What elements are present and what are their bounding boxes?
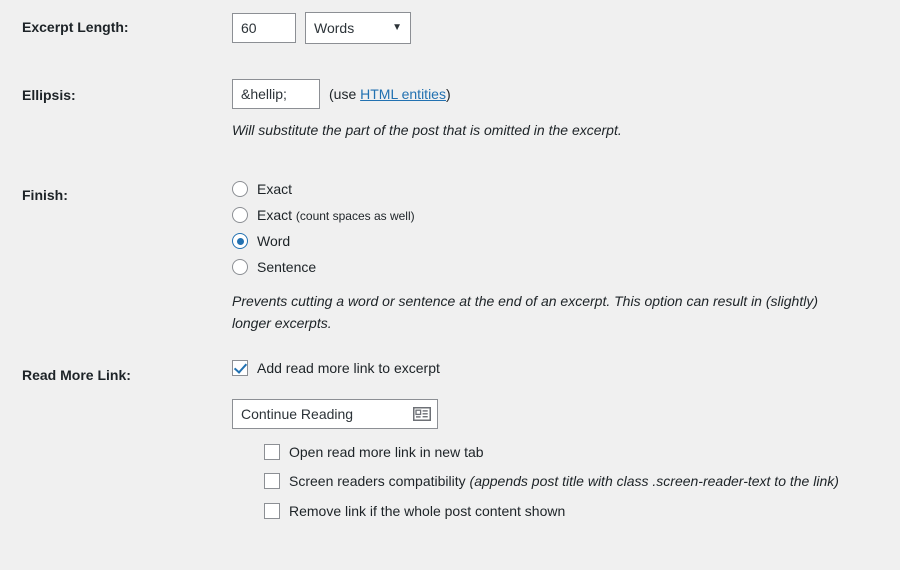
ellipsis-hint-prefix: (use xyxy=(329,86,361,102)
row-finish: Finish: Exact Exact (count spaces as wel… xyxy=(0,168,900,348)
excerpt-settings-form: Excerpt Length: Words ▼ Ellipsis: (use H… xyxy=(0,0,900,538)
finish-option-label: Word xyxy=(257,233,290,249)
radio-icon[interactable] xyxy=(232,259,248,275)
field-ellipsis: (use HTML entities) Will substitute the … xyxy=(230,68,900,157)
finish-option-text: Exact xyxy=(257,207,293,223)
finish-option-word[interactable]: Word xyxy=(232,228,890,254)
finish-option-sentence[interactable]: Sentence xyxy=(232,254,890,280)
label-ellipsis: Ellipsis: xyxy=(22,87,76,103)
ellipsis-hint: (use HTML entities) xyxy=(329,86,451,102)
row-read-more-link: Read More Link: Add read more link to ex… xyxy=(0,348,900,538)
finish-option-exact-spaces[interactable]: Exact (count spaces as well) xyxy=(232,202,890,228)
read-more-text-wrap xyxy=(232,398,438,429)
label-finish: Finish: xyxy=(22,187,68,203)
screen-readers-compatibility-note: (appends post title with class .screen-r… xyxy=(469,473,839,490)
screen-readers-compatibility-label: Screen readers compatibility (appends po… xyxy=(289,471,839,493)
finish-option-sub: (count spaces as well) xyxy=(295,209,415,223)
finish-description: Prevents cutting a word or sentence at t… xyxy=(232,293,818,331)
remove-link-text: Remove link if the whole post content sh… xyxy=(289,503,566,520)
excerpt-length-input[interactable] xyxy=(232,13,296,43)
open-in-new-tab-text: Open read more link in new tab xyxy=(289,443,484,460)
radio-icon[interactable] xyxy=(232,181,248,197)
label-read-more-link: Read More Link: xyxy=(22,367,131,383)
ellipsis-hint-suffix: ) xyxy=(445,86,451,102)
field-finish: Exact Exact (count spaces as well) Word … xyxy=(230,168,900,349)
field-read-more-link: Add read more link to excerpt Continue R… xyxy=(230,348,900,546)
add-read-more-link-checkbox-row[interactable]: Add read more link to excerpt xyxy=(232,358,890,380)
finish-option-text: Exact xyxy=(257,181,293,197)
remove-link-label: Remove link if the whole post content sh… xyxy=(289,501,565,523)
checkbox-icon[interactable] xyxy=(264,473,280,490)
checkbox-icon[interactable] xyxy=(264,443,280,460)
finish-option-label: Exact xyxy=(257,181,292,197)
row-excerpt-length: Excerpt Length: Words ▼ xyxy=(0,0,900,68)
remove-link-row[interactable]: Remove link if the whole post content sh… xyxy=(264,501,890,523)
radio-icon[interactable] xyxy=(232,207,248,223)
read-more-text-input[interactable] xyxy=(232,398,438,429)
finish-option-exact[interactable]: Exact xyxy=(232,176,890,202)
finish-option-text: Sentence xyxy=(257,259,317,275)
read-more-sub-options: Open read more link in new tab Screen re… xyxy=(264,442,890,523)
screen-readers-compatibility-row[interactable]: Screen readers compatibility (appends po… xyxy=(264,471,890,493)
radio-icon-selected[interactable] xyxy=(232,233,248,249)
checkbox-icon-checked[interactable] xyxy=(232,360,248,376)
ellipsis-description: Will substitute the part of the post tha… xyxy=(232,122,622,138)
finish-option-label: Exact (count spaces as well) xyxy=(257,207,415,223)
add-read-more-link-label: Add read more link to excerpt xyxy=(257,360,440,376)
open-in-new-tab-label: Open read more link in new tab xyxy=(289,442,484,464)
ellipsis-input[interactable] xyxy=(232,79,320,109)
excerpt-length-unit-select[interactable]: Words xyxy=(305,12,411,44)
screen-readers-compatibility-text: Screen readers compatibility xyxy=(289,473,466,490)
finish-radio-group: Exact Exact (count spaces as well) Word … xyxy=(232,176,890,280)
open-in-new-tab-row[interactable]: Open read more link in new tab xyxy=(264,442,890,464)
label-excerpt-length: Excerpt Length: xyxy=(22,19,129,35)
row-ellipsis: Ellipsis: (use HTML entities) Will subst… xyxy=(0,68,900,168)
checkbox-icon[interactable] xyxy=(264,503,280,520)
finish-option-text: Word xyxy=(257,233,291,249)
excerpt-length-unit-wrap: Words ▼ xyxy=(305,12,411,44)
finish-option-label: Sentence xyxy=(257,259,316,275)
field-excerpt-length: Words ▼ xyxy=(230,0,900,59)
html-entities-link[interactable]: HTML entities xyxy=(360,86,446,102)
